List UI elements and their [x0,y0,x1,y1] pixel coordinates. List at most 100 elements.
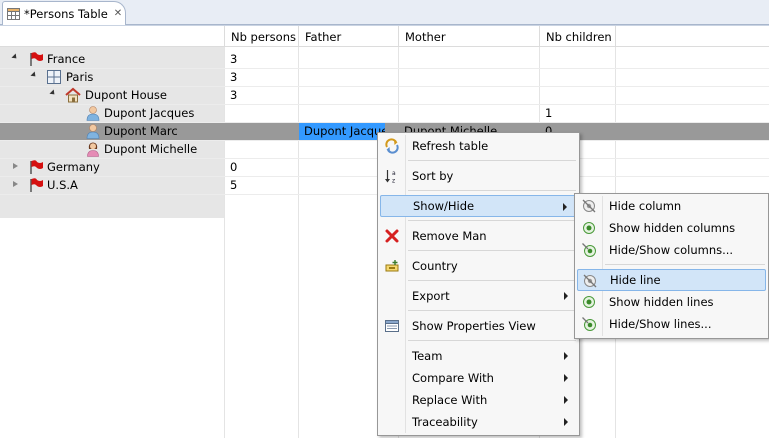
hide-line-icon [583,274,597,288]
menu-item-label: Team [412,349,443,363]
cell-father-selected[interactable]: Dupont Jacques [299,122,385,140]
context-menu: Refresh table az Sort by Show/Hide Remov… [377,132,580,436]
sort-az-icon: az [385,170,396,185]
submenu-arrow-icon [564,374,568,382]
cell-nb-children[interactable]: 1 [540,104,552,122]
menu-item-label: Show/Hide [413,199,475,213]
menu-item-label: Show hidden columns [609,221,736,235]
row-divider [0,68,769,69]
menu-item-label: Hide/Show columns... [609,243,734,257]
svg-text:a: a [392,170,396,177]
menu-item-label: Show hidden lines [609,295,714,309]
hide-column-icon [582,199,596,213]
table-row-france[interactable]: France 3 [0,50,769,68]
menu-item-label: Compare With [412,371,494,385]
menu-item-label: Hide/Show lines... [609,317,712,331]
woman-person-icon [87,142,99,157]
menu-item-country[interactable]: Country [380,255,577,277]
column-header-mother[interactable]: Mother [399,26,540,47]
collapse-arrow-icon[interactable] [13,163,18,169]
menu-item-hide-line[interactable]: Hide line [577,269,766,291]
cell-nb-persons[interactable]: 3 [225,50,237,68]
menu-item-label: Remove Man [412,229,487,243]
menu-separator [408,250,576,251]
tab-persons-table[interactable]: *Persons Table ✕ [2,1,126,25]
table-row-paris[interactable]: Paris 3 [0,68,769,86]
menu-item-replace-with[interactable]: Replace With [380,389,577,411]
menu-separator [408,190,576,191]
menu-item-team[interactable]: Team [380,345,577,367]
expand-arrow-icon[interactable] [49,89,57,97]
table-row-dupont-jacques[interactable]: Dupont Jacques 1 [0,104,769,122]
menu-item-label: Country [412,259,458,273]
row-divider [0,122,769,123]
show-hide-submenu: Hide column Show hidden columns Hide/Sho… [574,193,769,339]
row-divider [0,86,769,87]
menu-item-show-hide[interactable]: Show/Hide [380,195,577,217]
row-name: Dupont Jacques [104,106,195,120]
menu-separator [408,310,576,311]
column-header-nb-children[interactable]: Nb children [540,26,616,47]
menu-item-remove-man[interactable]: Remove Man [380,225,577,247]
menu-item-hide-column[interactable]: Hide column [577,195,766,217]
menu-separator [408,220,576,221]
submenu-arrow-icon [564,292,568,300]
menu-separator [408,160,576,161]
column-header-filler [616,26,769,47]
menu-separator [408,340,576,341]
menu-item-label: Show Properties View [412,319,536,333]
editor-tab-bar: *Persons Table ✕ [0,0,769,25]
column-header-father[interactable]: Father [299,26,399,47]
show-line-icon [583,296,595,308]
row-name: France [47,52,86,66]
menu-item-show-hidden-columns[interactable]: Show hidden columns [577,217,766,239]
submenu-arrow-icon [564,396,568,404]
delete-x-icon [385,229,399,243]
menu-item-label: Hide column [609,199,682,213]
menu-item-label: Refresh table [412,139,489,153]
hide-show-lines-icon [582,317,596,331]
collapse-arrow-icon[interactable] [13,181,18,187]
menu-item-label: Traceability [412,415,478,429]
cell-nb-persons[interactable]: 0 [225,158,237,176]
menu-item-label: Sort by [412,169,454,183]
table-row-dupont-house[interactable]: Dupont House 3 [0,86,769,104]
menu-item-export[interactable]: Export [380,285,577,307]
hide-show-columns-icon [582,243,596,257]
menu-item-show-properties-view[interactable]: Show Properties View [380,315,577,337]
column-header-nb-persons[interactable]: Nb persons [225,26,299,47]
menu-item-hide-show-columns[interactable]: Hide/Show columns... [577,239,766,261]
cell-nb-persons[interactable]: 5 [225,176,237,194]
flag-icon [30,178,43,192]
menu-item-show-hidden-lines[interactable]: Show hidden lines [577,291,766,313]
properties-icon [385,320,399,332]
submenu-arrow-icon [563,203,567,211]
man-person-icon [86,124,100,139]
man-person-icon [86,106,100,121]
submenu-arrow-icon [564,352,568,360]
cell-nb-persons[interactable]: 3 [225,86,237,104]
tab-title: *Persons Table [24,6,108,21]
row-name: Dupont House [85,88,167,102]
expand-arrow-icon[interactable] [30,71,38,79]
column-header-name[interactable] [0,26,225,47]
svg-text:z: z [392,178,395,185]
row-name: Dupont Michelle [104,142,198,156]
menu-item-sort-by[interactable]: az Sort by [380,165,577,187]
expand-arrow-icon[interactable] [11,53,19,61]
submenu-arrow-icon [564,418,568,426]
menu-item-refresh-table[interactable]: Refresh table [380,135,577,157]
flag-icon [30,52,43,66]
refresh-icon [385,138,399,154]
show-column-icon [583,222,595,234]
flag-icon [30,160,43,174]
cell-nb-persons[interactable]: 3 [225,68,237,86]
menu-item-hide-show-lines[interactable]: Hide/Show lines... [577,313,766,335]
menu-item-label: Replace With [412,393,488,407]
menu-item-label: Hide line [610,273,661,287]
menu-item-compare-with[interactable]: Compare With [380,367,577,389]
close-tab-icon[interactable]: ✕ [114,8,122,19]
row-name: Paris [66,70,94,84]
menu-item-traceability[interactable]: Traceability [380,411,577,433]
row-name: Dupont Marc [104,124,178,138]
